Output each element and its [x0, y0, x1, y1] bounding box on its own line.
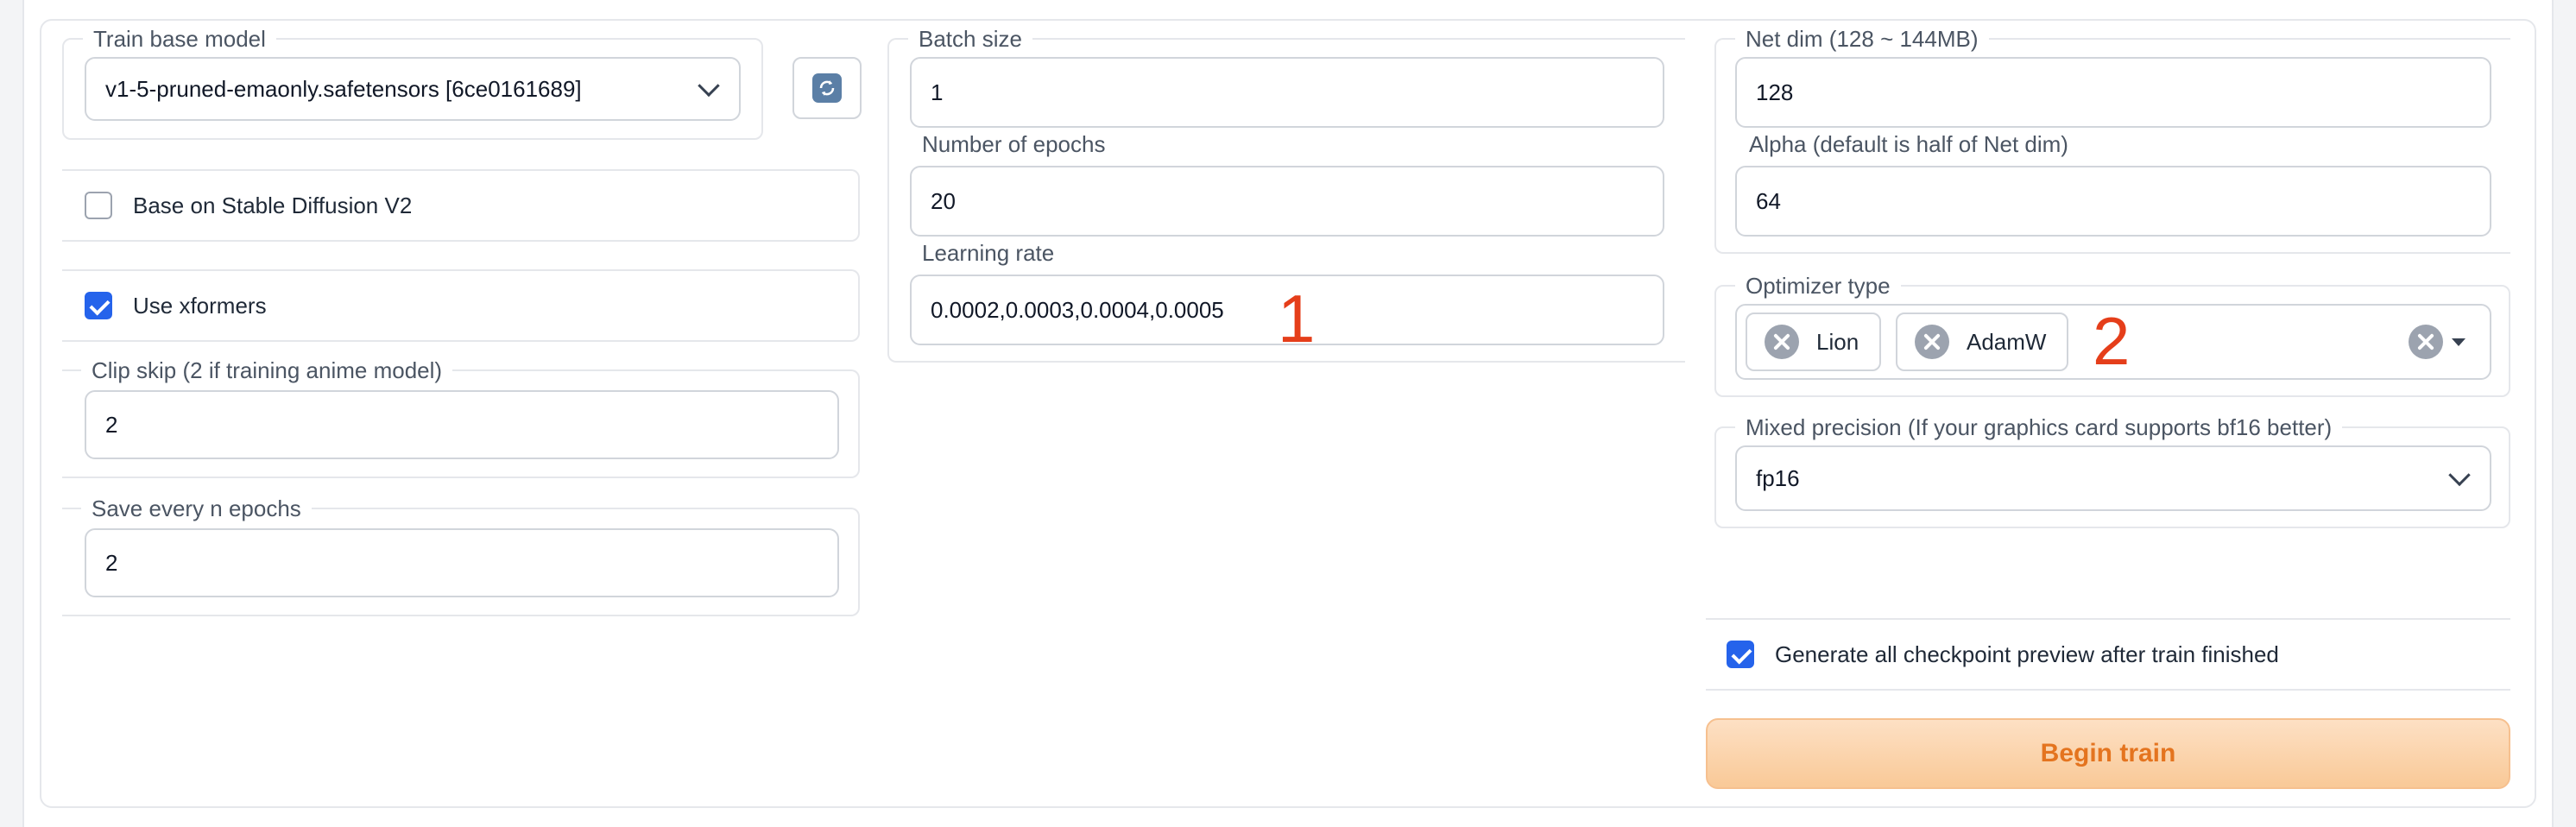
clip-skip-label: Clip skip (2 if training anime model): [81, 357, 453, 383]
alpha-value: 64: [1756, 187, 1781, 214]
preview-label: Generate all checkpoint preview after tr…: [1775, 641, 2279, 667]
clip-skip-input[interactable]: 2: [85, 390, 839, 459]
net-dim-label: Net dim (128 ~ 144MB): [1735, 26, 1989, 52]
refresh-icon: [812, 73, 842, 103]
mixed-precision-value: fp16: [1756, 464, 1800, 491]
annotation-1: 1: [1278, 281, 1316, 357]
preview-checkbox-row[interactable]: Generate all checkpoint preview after tr…: [1727, 641, 2279, 668]
learning-rate-label: Learning rate: [912, 240, 1065, 266]
mixed-precision-dropdown[interactable]: fp16: [1735, 445, 2491, 511]
mixed-precision-label: Mixed precision (If your graphics card s…: [1735, 414, 2343, 440]
alpha-label: Alpha (default is half of Net dim): [1739, 131, 2079, 157]
net-dim-value: 128: [1756, 79, 1794, 105]
clip-skip-value: 2: [105, 411, 118, 438]
xformers-checkbox-row[interactable]: Use xformers: [85, 292, 267, 319]
sd-v2-checkbox[interactable]: [85, 192, 112, 219]
optimizer-token-label: AdamW: [1967, 328, 2047, 355]
close-circle-icon[interactable]: [1765, 325, 1799, 359]
chevron-down-icon: [698, 74, 720, 98]
caret-down-icon[interactable]: [2452, 338, 2466, 346]
base-model-label: Train base model: [83, 26, 276, 52]
xformers-checkbox[interactable]: [85, 292, 112, 319]
alpha-input[interactable]: 64: [1735, 166, 2491, 237]
batch-size-input[interactable]: 1: [910, 57, 1664, 128]
optimizer-token-adamw[interactable]: AdamW: [1896, 312, 2069, 371]
clear-all-icon[interactable]: [2409, 325, 2443, 359]
net-dim-input[interactable]: 128: [1735, 57, 2491, 128]
optimizer-token-lion[interactable]: Lion: [1746, 312, 1882, 371]
preview-checkbox[interactable]: [1727, 641, 1754, 668]
batch-size-label: Batch size: [908, 26, 1032, 52]
chevron-down-icon: [2448, 464, 2471, 487]
close-circle-icon[interactable]: [1915, 325, 1949, 359]
xformers-label: Use xformers: [133, 292, 267, 319]
batch-size-value: 1: [931, 79, 944, 105]
base-model-dropdown[interactable]: v1-5-pruned-emaonly.safetensors [6ce0161…: [85, 57, 741, 121]
sd-v2-checkbox-row[interactable]: Base on Stable Diffusion V2: [85, 192, 412, 219]
epochs-value: 20: [931, 187, 956, 214]
save-every-label: Save every n epochs: [81, 496, 312, 521]
base-model-value: v1-5-pruned-emaonly.safetensors [6ce0161…: [105, 75, 582, 102]
optimizer-label: Optimizer type: [1735, 273, 1901, 299]
save-every-value: 2: [105, 549, 118, 576]
epochs-input[interactable]: 20: [910, 166, 1664, 237]
sd-v2-label: Base on Stable Diffusion V2: [133, 192, 413, 218]
begin-train-button[interactable]: Begin train: [1706, 718, 2510, 789]
annotation-2: 2: [2093, 303, 2131, 379]
refresh-models-button[interactable]: [792, 57, 862, 119]
optimizer-token-label: Lion: [1816, 328, 1859, 355]
epochs-label: Number of epochs: [912, 131, 1116, 157]
learning-rate-value: 0.0002,0.0003,0.0004,0.0005: [931, 296, 1224, 323]
save-every-input[interactable]: 2: [85, 528, 839, 597]
